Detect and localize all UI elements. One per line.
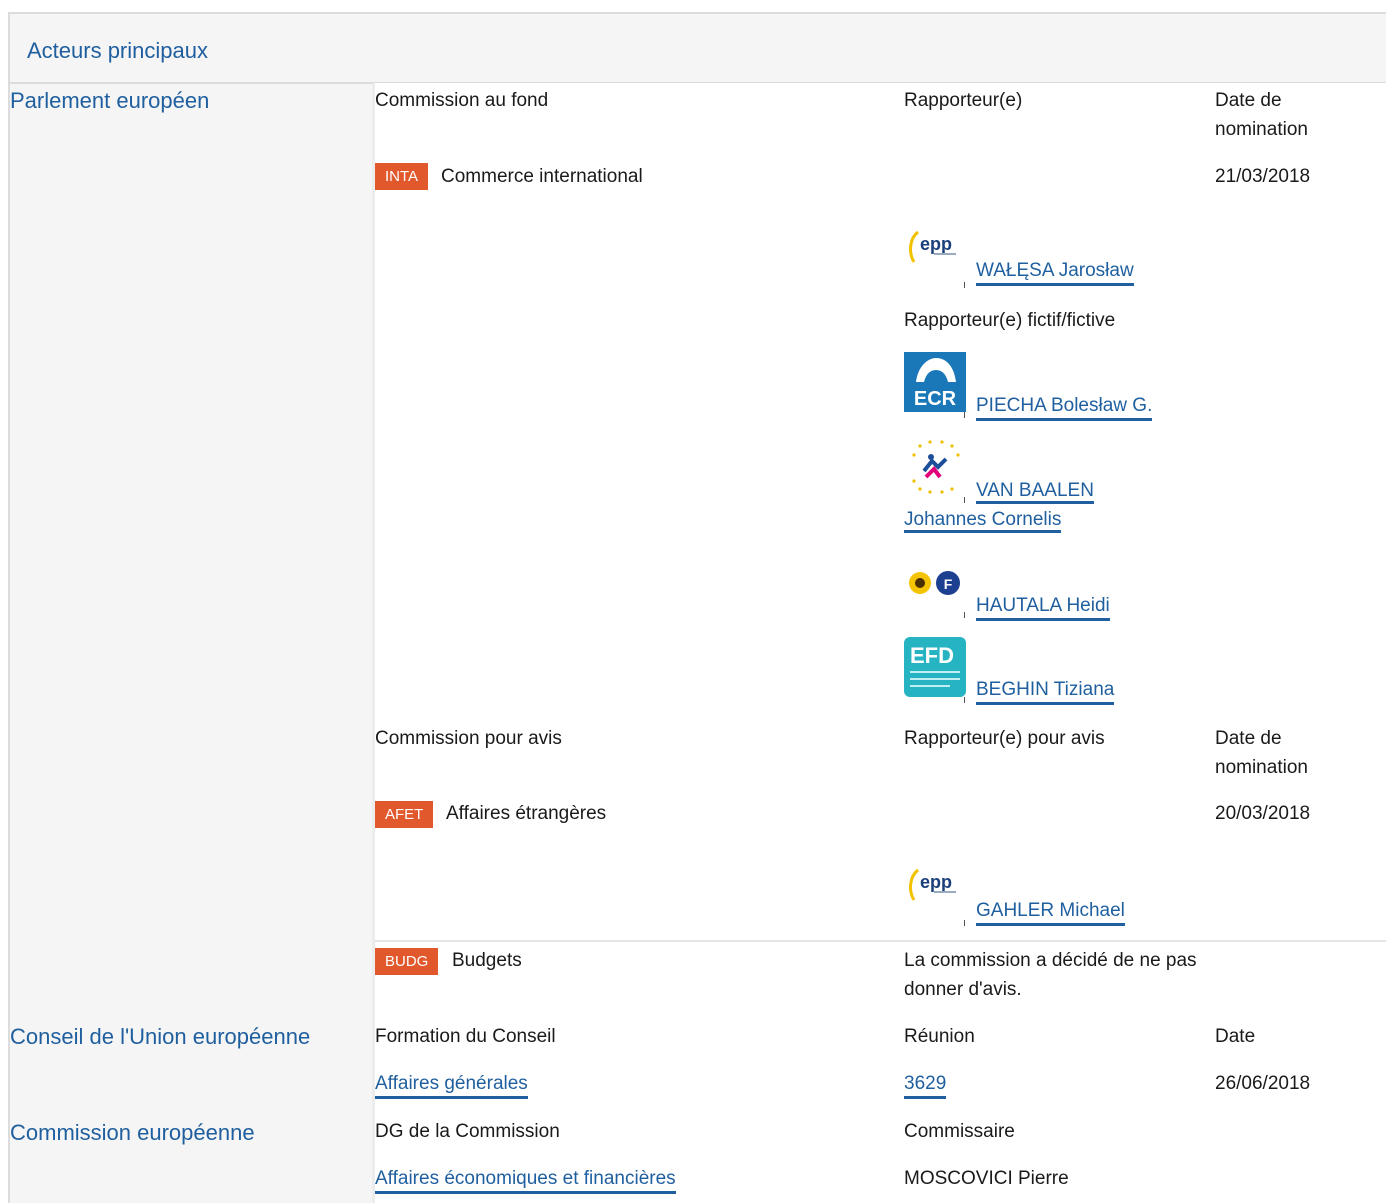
col-lead-committee: Commission au fond [375, 90, 549, 111]
image-tick [964, 920, 965, 926]
panel-header: Acteurs principaux [10, 14, 1386, 84]
col-rapporteur: Rapporteur(e) [904, 90, 1023, 111]
col-commissioner: Commissaire [904, 1121, 1015, 1142]
shadow-link-beghin[interactable]: BEGHIN Tiziana [976, 677, 1115, 705]
actor-commission: Commission européenne [10, 1120, 255, 1145]
council-meeting-link[interactable]: 3629 [904, 1071, 947, 1099]
budg-no-opinion-note: La commission a décidé de ne pas donner … [904, 950, 1197, 1000]
col-council-formation: Formation du Conseil [375, 1026, 556, 1047]
image-tick [964, 412, 965, 418]
image-tick [964, 612, 965, 618]
efdd-logo-icon: EFD [904, 637, 966, 697]
committee-name-budg: Budgets [452, 950, 522, 971]
col-council-date: Date [1215, 1026, 1256, 1047]
shadow-rapporteur-label: Rapporteur(e) fictif/fictive [904, 310, 1116, 331]
committee-badge-afet: AFET [375, 801, 434, 828]
epp-logo-icon: epp [904, 220, 966, 282]
image-tick [964, 697, 965, 703]
commission-dg-link[interactable]: Affaires économiques et financières [375, 1166, 676, 1194]
date-inta: 21/03/2018 [1215, 166, 1311, 187]
commissioner-name: MOSCOVICI Pierre [904, 1168, 1069, 1189]
svg-text:EFD: EFD [910, 643, 954, 668]
rapporteur-link-walesa[interactable]: WAŁĘSA Jarosław [976, 258, 1134, 286]
col-council-meeting: Réunion [904, 1026, 975, 1047]
committee-badge-inta: INTA [375, 163, 429, 190]
committee-name-afet: Affaires étrangères [446, 803, 607, 824]
council-date: 26/06/2018 [1215, 1073, 1311, 1094]
col-opinion-rapporteur: Rapporteur(e) pour avis [904, 728, 1105, 749]
shadow-link-van-baalen[interactable]: VAN BAALEN Johannes Cornelis [904, 476, 1134, 534]
council-formation-link[interactable]: Affaires générales [375, 1071, 528, 1099]
svg-text:F: F [944, 576, 953, 592]
col-commission-dg: DG de la Commission [375, 1121, 560, 1142]
ecr-logo-icon: ECR [904, 352, 966, 412]
committee-badge-budg: BUDG [375, 948, 439, 975]
actor-council: Conseil de l'Union européenne [10, 1024, 311, 1049]
col-appointment-date: Date de nomination [1215, 90, 1308, 140]
shadow-link-hautala[interactable]: HAUTALA Heidi [976, 593, 1110, 621]
col-opinion-date: Date de nomination [1215, 728, 1308, 778]
actor-european-parliament: Parlement européen [10, 88, 210, 113]
epp-logo-icon: epp [904, 858, 966, 920]
panel-title: Acteurs principaux [27, 38, 208, 63]
row-separator [375, 940, 1386, 942]
shadow-link-piecha[interactable]: PIECHA Bolesław G. [976, 393, 1153, 421]
image-tick [964, 282, 965, 288]
rapporteur-link-gahler[interactable]: GAHLER Michael [976, 898, 1125, 926]
date-afet: 20/03/2018 [1215, 803, 1311, 824]
svg-text:epp: epp [920, 234, 952, 254]
svg-text:ECR: ECR [914, 388, 957, 410]
greens-efa-logo-icon: F [904, 561, 966, 609]
col-opinion-committee: Commission pour avis [375, 728, 562, 749]
svg-text:epp: epp [920, 872, 952, 892]
committee-name-inta: Commerce international [441, 166, 643, 187]
